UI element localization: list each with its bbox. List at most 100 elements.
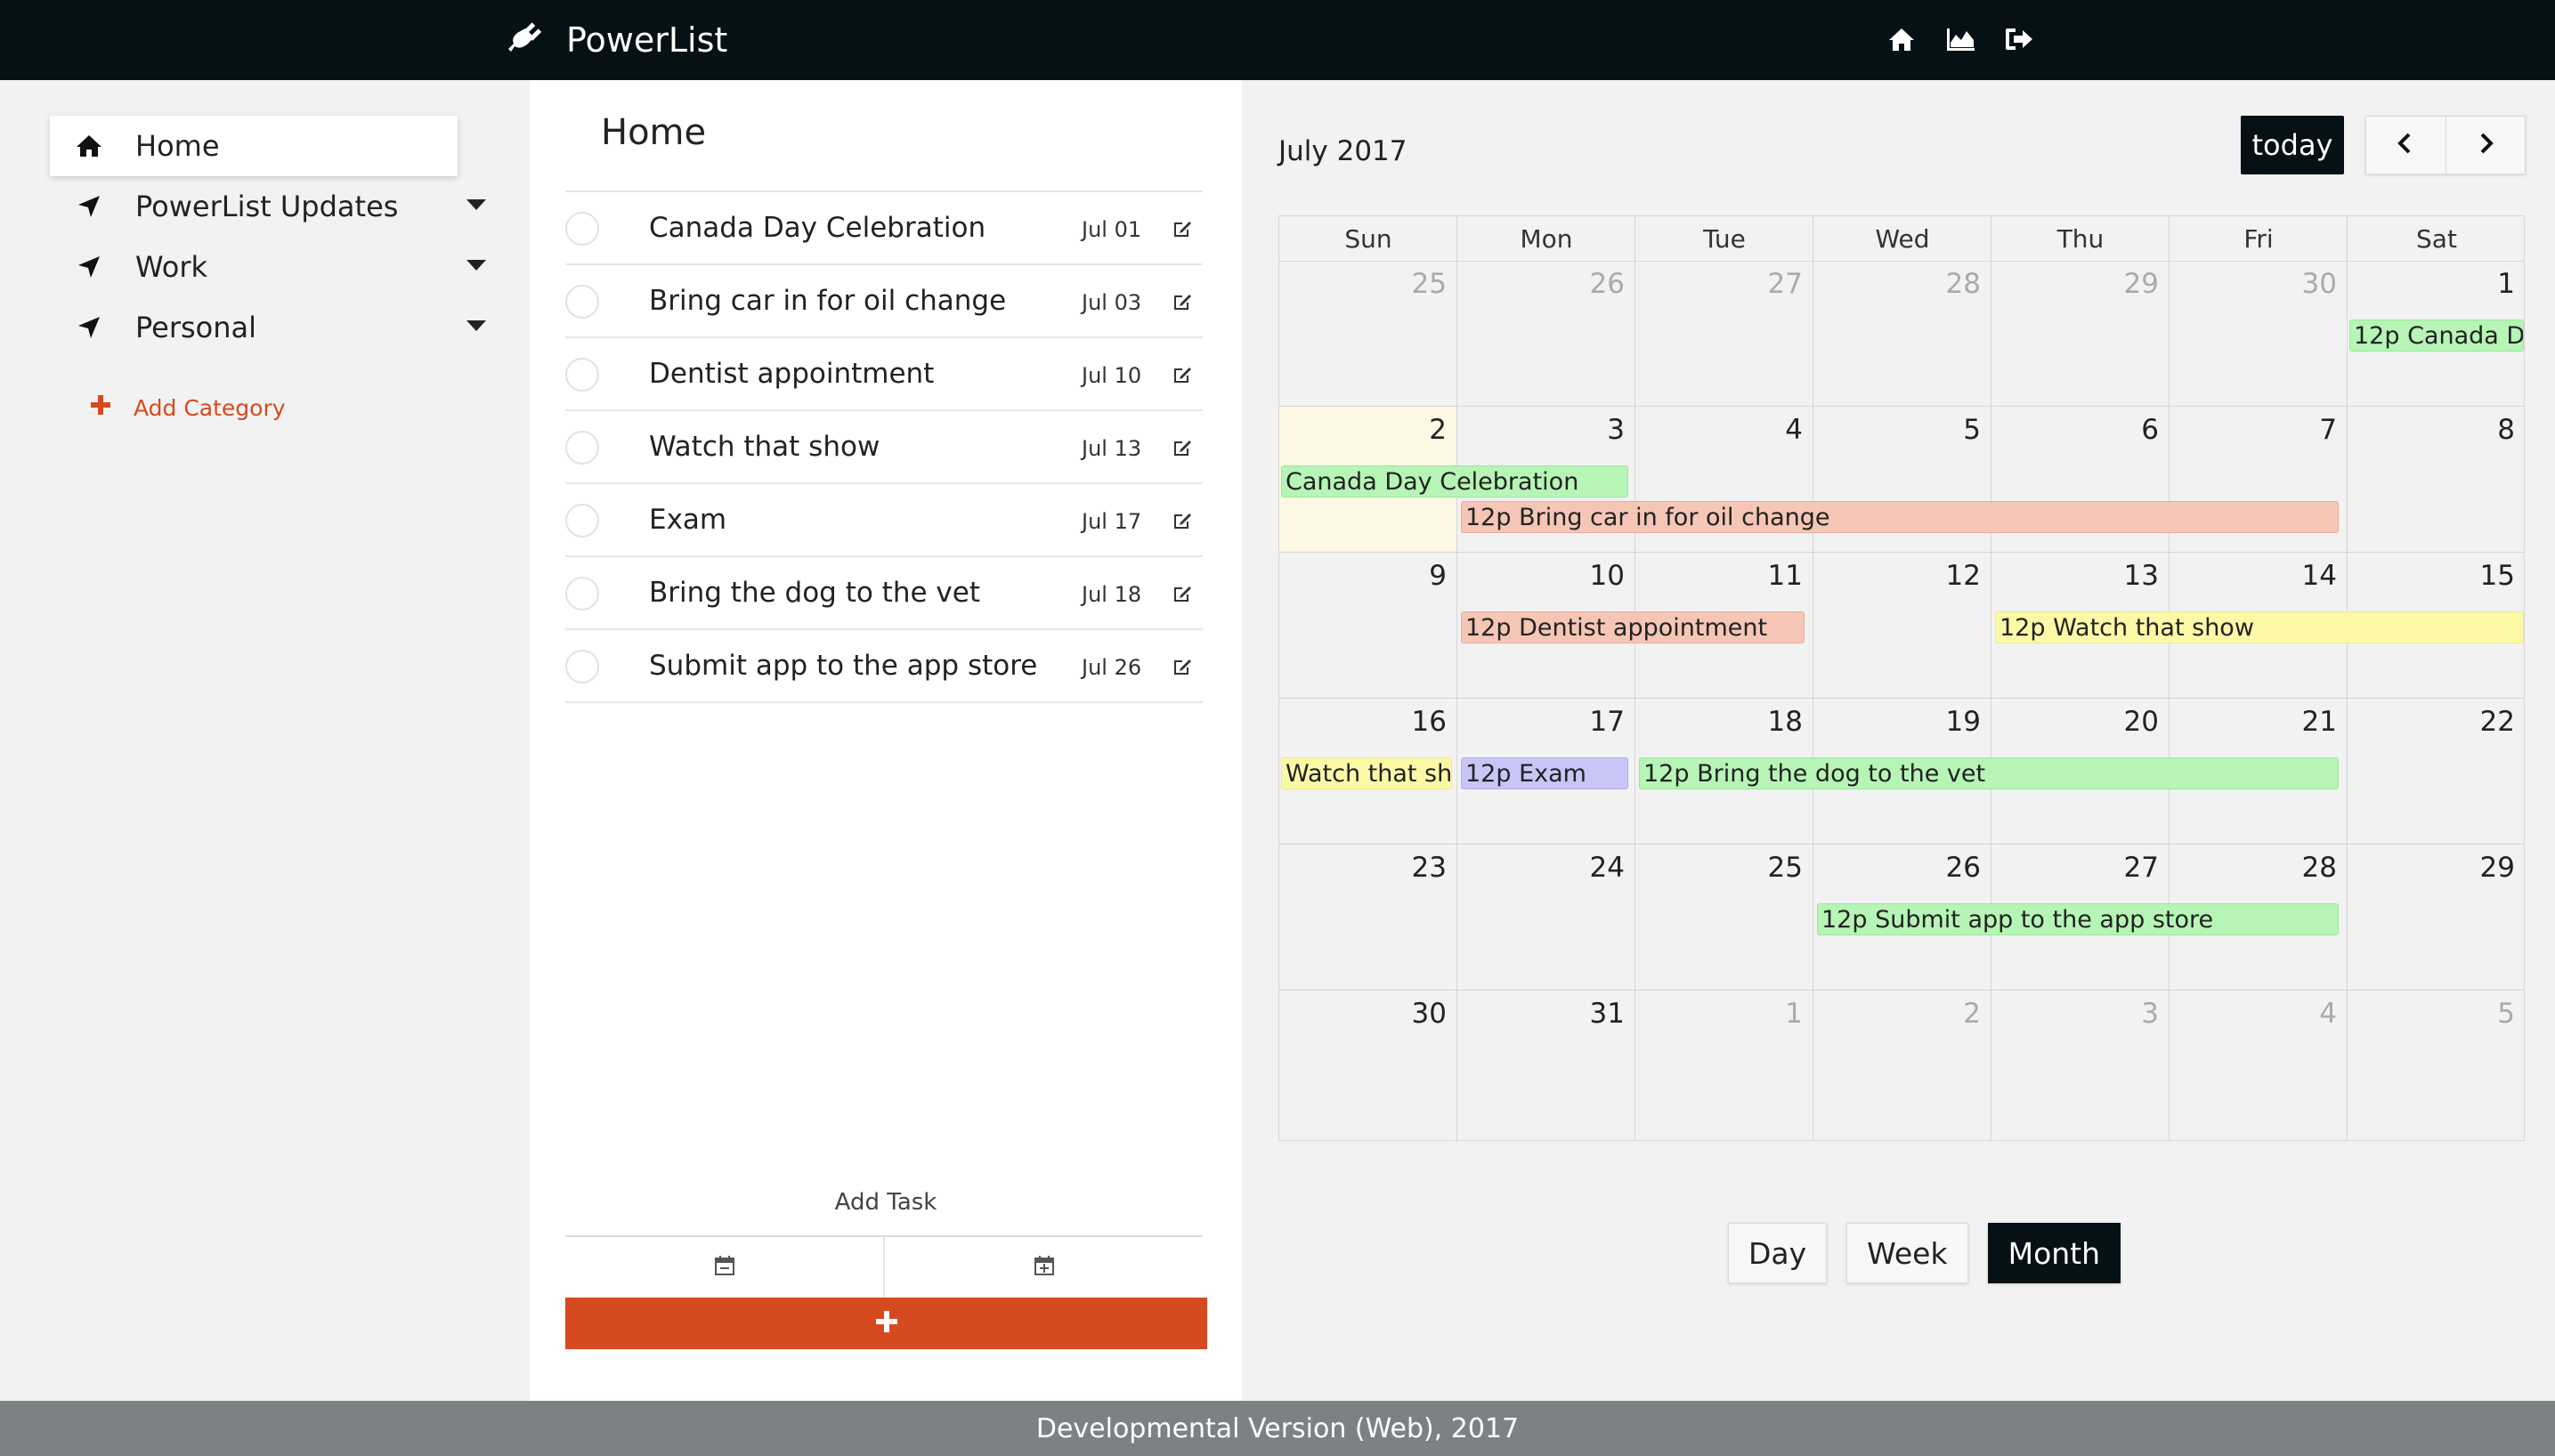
task-checkbox[interactable] <box>565 577 599 611</box>
task-date: Jul 18 <box>1082 582 1142 607</box>
day-number[interactable]: 1 <box>1635 998 1803 1030</box>
prev-month-button[interactable] <box>2366 117 2446 174</box>
calendar-event[interactable]: 12p Canada Day <box>2349 320 2524 352</box>
day-number[interactable]: 4 <box>2170 998 2337 1030</box>
day-number[interactable]: 10 <box>1457 560 1625 592</box>
day-number[interactable]: 27 <box>1991 852 2159 884</box>
day-number[interactable]: 6 <box>1991 414 2159 446</box>
day-number[interactable]: 19 <box>1813 706 1981 738</box>
day-number[interactable]: 5 <box>2348 998 2515 1030</box>
next-month-button[interactable] <box>2445 117 2526 174</box>
task-checkbox[interactable] <box>565 285 599 319</box>
day-number[interactable]: 30 <box>2170 268 2337 300</box>
day-number[interactable]: 29 <box>1991 268 2159 300</box>
calendar-event[interactable]: Watch that sho <box>1281 757 1452 789</box>
task-row[interactable]: Dentist appointment Jul 10 <box>565 338 1203 411</box>
day-number[interactable]: 27 <box>1635 268 1803 300</box>
task-checkbox[interactable] <box>565 650 599 684</box>
sidebar-item-work[interactable]: Work <box>50 237 486 297</box>
edit-icon[interactable] <box>1171 655 1194 678</box>
calendar-event[interactable]: Canada Day Celebration <box>1281 465 1628 497</box>
task-checkbox[interactable] <box>565 431 599 465</box>
caret-down-icon[interactable] <box>466 199 486 210</box>
day-number[interactable]: 14 <box>2170 560 2337 592</box>
day-number[interactable]: 29 <box>2348 852 2515 884</box>
task-checkbox[interactable] <box>565 212 599 246</box>
day-number[interactable]: 25 <box>1635 852 1803 884</box>
day-number[interactable]: 24 <box>1457 852 1625 884</box>
day-number[interactable]: 13 <box>1991 560 2159 592</box>
day-number[interactable]: 3 <box>1991 998 2159 1030</box>
day-number[interactable]: 9 <box>1279 560 1447 592</box>
calendar-event[interactable]: 12p Exam <box>1461 757 1628 789</box>
sidebar-item-personal[interactable]: Personal <box>50 297 486 358</box>
edit-icon[interactable] <box>1171 509 1194 532</box>
edit-icon[interactable] <box>1171 290 1194 313</box>
caret-down-icon[interactable] <box>466 260 486 271</box>
day-number[interactable]: 21 <box>2170 706 2337 738</box>
sidebar-item-home[interactable]: Home <box>50 116 458 176</box>
day-number[interactable]: 7 <box>2170 414 2337 446</box>
day-number[interactable]: 2 <box>1813 998 1981 1030</box>
day-number[interactable]: 26 <box>1457 268 1625 300</box>
sign-out-icon[interactable] <box>2003 23 2035 55</box>
day-number[interactable]: 23 <box>1279 852 1447 884</box>
day-number[interactable]: 25 <box>1279 268 1447 300</box>
day-number[interactable]: 4 <box>1635 414 1803 446</box>
weekday-header: Sat <box>2416 224 2457 254</box>
edit-icon[interactable] <box>1171 217 1194 240</box>
caret-down-icon[interactable] <box>466 320 486 331</box>
day-number[interactable]: 15 <box>2348 560 2515 592</box>
add-task-button[interactable] <box>565 1298 1207 1349</box>
schedule-button[interactable] <box>883 1237 1203 1298</box>
day-number[interactable]: 3 <box>1457 414 1625 446</box>
sidebar-item-label: Work <box>135 250 208 284</box>
calendar-event[interactable]: 12p Bring the dog to the vet <box>1639 757 2339 789</box>
day-view-button[interactable]: Day <box>1728 1223 1828 1283</box>
day-number[interactable]: 18 <box>1635 706 1803 738</box>
task-row[interactable]: Bring car in for oil change Jul 03 <box>565 265 1203 338</box>
task-row[interactable]: Canada Day Celebration Jul 01 <box>565 192 1203 265</box>
calendar-event[interactable]: 12p Dentist appointment <box>1461 611 1805 643</box>
day-number[interactable]: 22 <box>2348 706 2515 738</box>
day-number[interactable]: 1 <box>2348 268 2515 300</box>
task-checkbox[interactable] <box>565 504 599 538</box>
day-number[interactable]: 5 <box>1813 414 1981 446</box>
edit-icon[interactable] <box>1171 363 1194 386</box>
task-row[interactable]: Submit app to the app store Jul 26 <box>565 630 1203 703</box>
day-number[interactable]: 30 <box>1279 998 1447 1030</box>
location-arrow-icon <box>75 192 103 221</box>
task-row[interactable]: Watch that show Jul 13 <box>565 411 1203 484</box>
add-task-input[interactable]: Add Task <box>530 1189 1242 1216</box>
due-date-button[interactable] <box>565 1237 883 1298</box>
brand[interactable]: PowerList <box>506 0 727 80</box>
add-category-button[interactable]: Add Category <box>89 393 286 422</box>
week-view-button[interactable]: Week <box>1846 1223 1968 1283</box>
day-number[interactable]: 16 <box>1279 706 1447 738</box>
day-number[interactable]: 26 <box>1813 852 1981 884</box>
sidebar-item-powerlist-updates[interactable]: PowerList Updates <box>50 176 486 237</box>
sidebar-item-label: Personal <box>135 311 257 344</box>
task-row[interactable]: Bring the dog to the vet Jul 18 <box>565 557 1203 630</box>
day-number[interactable]: 31 <box>1457 998 1625 1030</box>
day-number[interactable]: 17 <box>1457 706 1625 738</box>
task-checkbox[interactable] <box>565 358 599 392</box>
day-number[interactable]: 28 <box>2170 852 2337 884</box>
day-number[interactable]: 2 <box>1279 414 1447 446</box>
calendar-event[interactable]: 12p Bring car in for oil change <box>1461 501 2339 533</box>
task-date: Jul 26 <box>1082 655 1142 680</box>
day-number[interactable]: 20 <box>1991 706 2159 738</box>
day-number[interactable]: 11 <box>1635 560 1803 592</box>
home-icon[interactable] <box>1886 23 1918 55</box>
day-number[interactable]: 12 <box>1813 560 1981 592</box>
calendar-event[interactable]: 12p Watch that show <box>1995 611 2524 643</box>
task-row[interactable]: Exam Jul 17 <box>565 484 1203 557</box>
month-view-button[interactable]: Month <box>1987 1223 2121 1283</box>
today-button[interactable]: today <box>2241 116 2344 174</box>
chart-icon[interactable] <box>1944 23 1976 55</box>
edit-icon[interactable] <box>1171 436 1194 459</box>
day-number[interactable]: 28 <box>1813 268 1981 300</box>
edit-icon[interactable] <box>1171 582 1194 605</box>
day-number[interactable]: 8 <box>2348 414 2515 446</box>
calendar-event[interactable]: 12p Submit app to the app store <box>1817 903 2339 935</box>
